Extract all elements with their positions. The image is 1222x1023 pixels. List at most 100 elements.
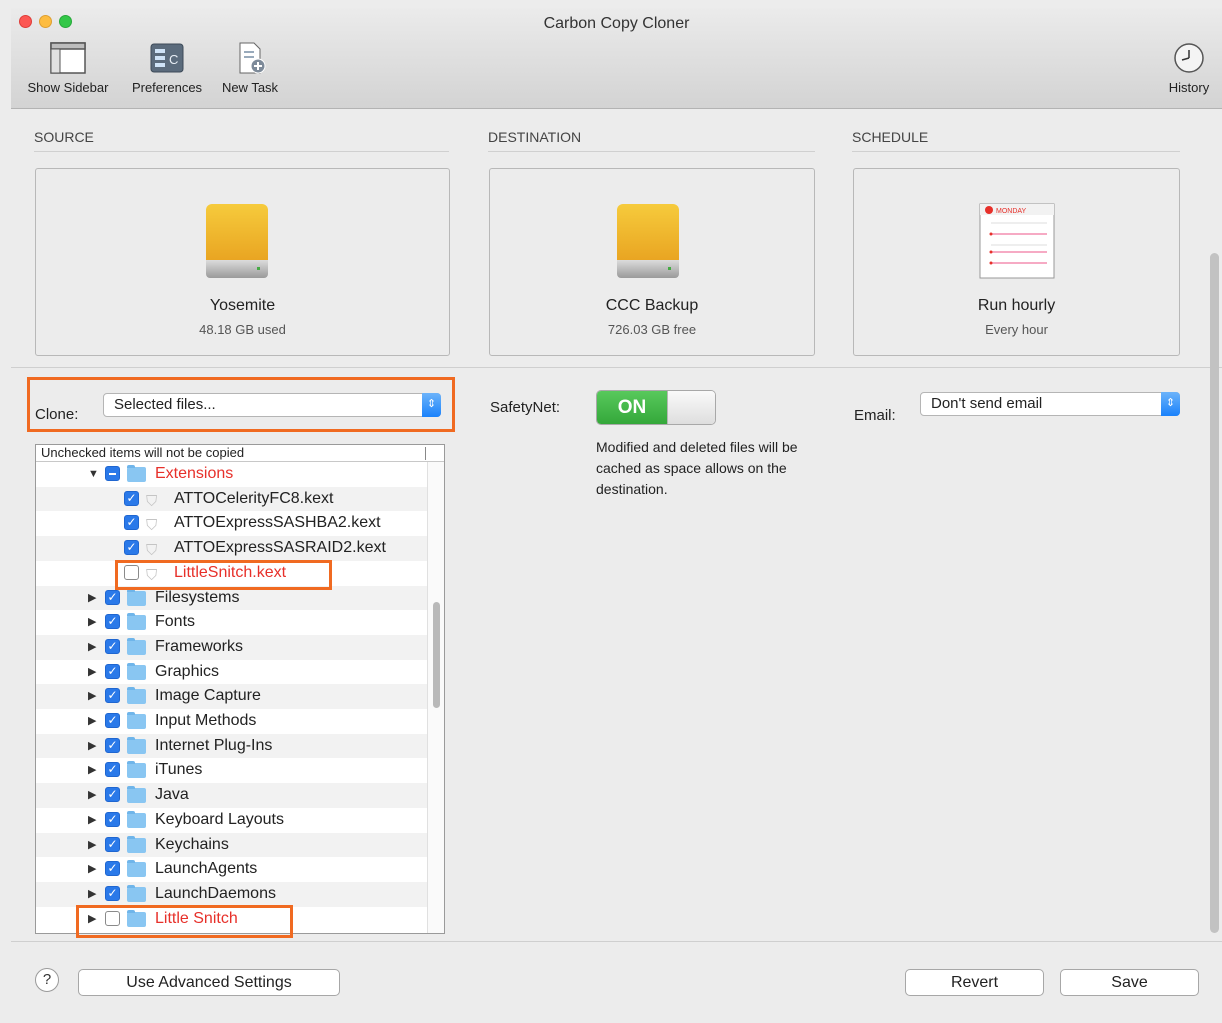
folder-icon	[127, 687, 146, 705]
item-checkbox[interactable]: ✓	[105, 885, 120, 901]
tree-scroll-thumb[interactable]	[433, 602, 440, 708]
tree-row[interactable]: ▶ ✓ iTunes	[36, 758, 427, 783]
preferences-button[interactable]: C Preferences	[125, 42, 209, 95]
destination-drive-icon	[617, 204, 679, 280]
schedule-name: Run hourly	[977, 297, 1056, 314]
window-scroll-thumb[interactable]	[1210, 253, 1219, 933]
disclosure-closed-icon[interactable]: ▶	[88, 758, 96, 782]
tree-row[interactable]: ▶ ✓ Keyboard Layouts	[36, 808, 427, 833]
littlesnitch-kext-highlight-box	[115, 560, 332, 590]
disclosure-closed-icon[interactable]: ▶	[88, 857, 96, 881]
disclosure-closed-icon[interactable]: ▶	[88, 734, 96, 758]
history-button[interactable]: History	[1161, 42, 1217, 95]
tree-row[interactable]: ▶ ✓ Java	[36, 783, 427, 808]
folder-icon	[127, 761, 146, 779]
revert-button[interactable]: Revert	[905, 969, 1044, 996]
tree-row[interactable]: ▼ Extensions	[36, 462, 427, 487]
item-checkbox[interactable]: ✓	[105, 663, 120, 679]
safetynet-description: Modified and deleted files will be cache…	[596, 439, 798, 497]
item-label: Frameworks	[155, 637, 244, 655]
source-name: Yosemite	[209, 297, 276, 314]
item-checkbox[interactable]: ✓	[124, 490, 139, 506]
show-sidebar-label: Show Sidebar	[27, 80, 109, 95]
tree-row[interactable]: ▶ ✓ Frameworks	[36, 634, 427, 660]
window-scrollbar[interactable]	[1207, 249, 1222, 939]
item-checkbox[interactable]: ✓	[105, 614, 120, 630]
email-popup[interactable]: Don't send email ⇕	[920, 392, 1180, 416]
disclosure-closed-icon[interactable]: ▶	[88, 783, 96, 807]
disclosure-closed-icon[interactable]: ▶	[88, 586, 96, 610]
schedule-detail: Every hour	[985, 322, 1048, 337]
disclosure-closed-icon[interactable]: ▶	[88, 833, 96, 857]
new-task-label: New Task	[221, 80, 279, 95]
disclosure-closed-icon[interactable]: ▶	[88, 808, 96, 832]
window-title: Carbon Copy Cloner	[543, 15, 690, 32]
item-checkbox[interactable]: ✓	[105, 688, 120, 704]
folder-icon	[127, 786, 146, 804]
disclosure-closed-icon[interactable]: ▶	[88, 610, 96, 634]
source-divider	[34, 151, 449, 152]
item-label: LaunchAgents	[155, 860, 258, 878]
sidebar-icon	[50, 42, 86, 74]
item-checkbox[interactable]: ✓	[105, 638, 120, 654]
item-label: Image Capture	[155, 687, 261, 705]
kext-shield-icon: ⛉	[146, 517, 158, 535]
section-divider	[11, 367, 1222, 368]
tree-row[interactable]: ✓ ⛉ ATTOExpressSASRAID2.kext	[36, 536, 427, 561]
file-tree[interactable]: Unchecked items will not be copied ▼ Exte…	[35, 444, 445, 934]
tree-row[interactable]: ▶ ✓ Image Capture	[36, 684, 427, 709]
save-button[interactable]: Save	[1060, 969, 1199, 996]
item-checkbox[interactable]: ✓	[105, 762, 120, 778]
source-drive-icon	[206, 204, 268, 280]
destination-selector[interactable]: CCC Backup 726.03 GB free	[489, 168, 815, 356]
preferences-label: Preferences	[131, 80, 203, 95]
tree-row[interactable]: ▶ ✓ Keychains	[36, 832, 427, 858]
schedule-selector[interactable]: MONDAY Run hourly Every hour	[853, 168, 1180, 356]
item-label: Extensions	[155, 465, 234, 482]
disclosure-closed-icon[interactable]: ▶	[88, 882, 96, 906]
item-checkbox[interactable]: ✓	[105, 811, 120, 827]
item-checkbox[interactable]: ✓	[105, 589, 120, 605]
disclosure-closed-icon[interactable]: ▶	[88, 709, 96, 733]
item-checkbox[interactable]: ✓	[105, 713, 120, 728]
item-label: LaunchDaemons	[155, 884, 276, 902]
safetynet-state: ON	[597, 391, 667, 424]
item-label: ATTOCelerityFC8.kext	[174, 489, 334, 507]
tree-row[interactable]: ▶ ✓ Internet Plug-Ins	[36, 733, 427, 759]
folder-icon	[127, 588, 146, 606]
tree-row[interactable]: ▶ ✓ LaunchAgents	[36, 857, 427, 882]
tree-scrollbar[interactable]	[427, 462, 444, 933]
folder-icon	[127, 465, 146, 482]
disclosure-open-icon[interactable]: ▼	[88, 462, 99, 486]
folder-icon	[127, 835, 146, 853]
tree-row[interactable]: ✓ ⛉ ATTOExpressSASHBA2.kext	[36, 511, 427, 536]
source-selector[interactable]: Yosemite 48.18 GB used	[35, 168, 450, 356]
tree-row[interactable]: ▶ ✓ Fonts	[36, 610, 427, 635]
tree-row[interactable]: ▶ ✓ LaunchDaemons	[36, 881, 427, 907]
new-task-button[interactable]: New Task	[215, 42, 285, 95]
tree-row[interactable]: ▶ ✓ Graphics	[36, 660, 427, 685]
item-checkbox[interactable]: ✓	[105, 861, 120, 877]
show-sidebar-button[interactable]: Show Sidebar	[19, 42, 117, 95]
disclosure-closed-icon[interactable]: ▶	[88, 660, 96, 684]
item-checkbox[interactable]: ✓	[105, 787, 120, 803]
popup-chevron-icon: ⇕	[1161, 392, 1180, 416]
destination-detail: 726.03 GB free	[607, 322, 697, 337]
item-checkbox[interactable]: ✓	[105, 737, 120, 753]
advanced-settings-button[interactable]: Use Advanced Settings	[78, 969, 340, 996]
help-button[interactable]: ?	[35, 968, 59, 992]
schedule-divider	[852, 151, 1180, 152]
item-checkbox[interactable]: ✓	[105, 836, 120, 852]
source-detail: 48.18 GB used	[199, 322, 286, 337]
kext-shield-icon: ⛉	[146, 492, 158, 510]
disclosure-closed-icon[interactable]: ▶	[88, 684, 96, 708]
disclosure-closed-icon[interactable]: ▶	[88, 635, 96, 659]
item-checkbox[interactable]: ✓	[124, 540, 139, 556]
item-checkbox[interactable]	[105, 466, 120, 481]
tree-row[interactable]: ✓ ⛉ ATTOCelerityFC8.kext	[36, 486, 427, 512]
calendar-icon: MONDAY	[979, 203, 1055, 279]
item-checkbox[interactable]: ✓	[124, 515, 139, 531]
folder-icon	[127, 884, 146, 902]
tree-row[interactable]: ▶ ✓ Input Methods	[36, 709, 427, 734]
safetynet-toggle[interactable]: ON	[596, 390, 716, 425]
